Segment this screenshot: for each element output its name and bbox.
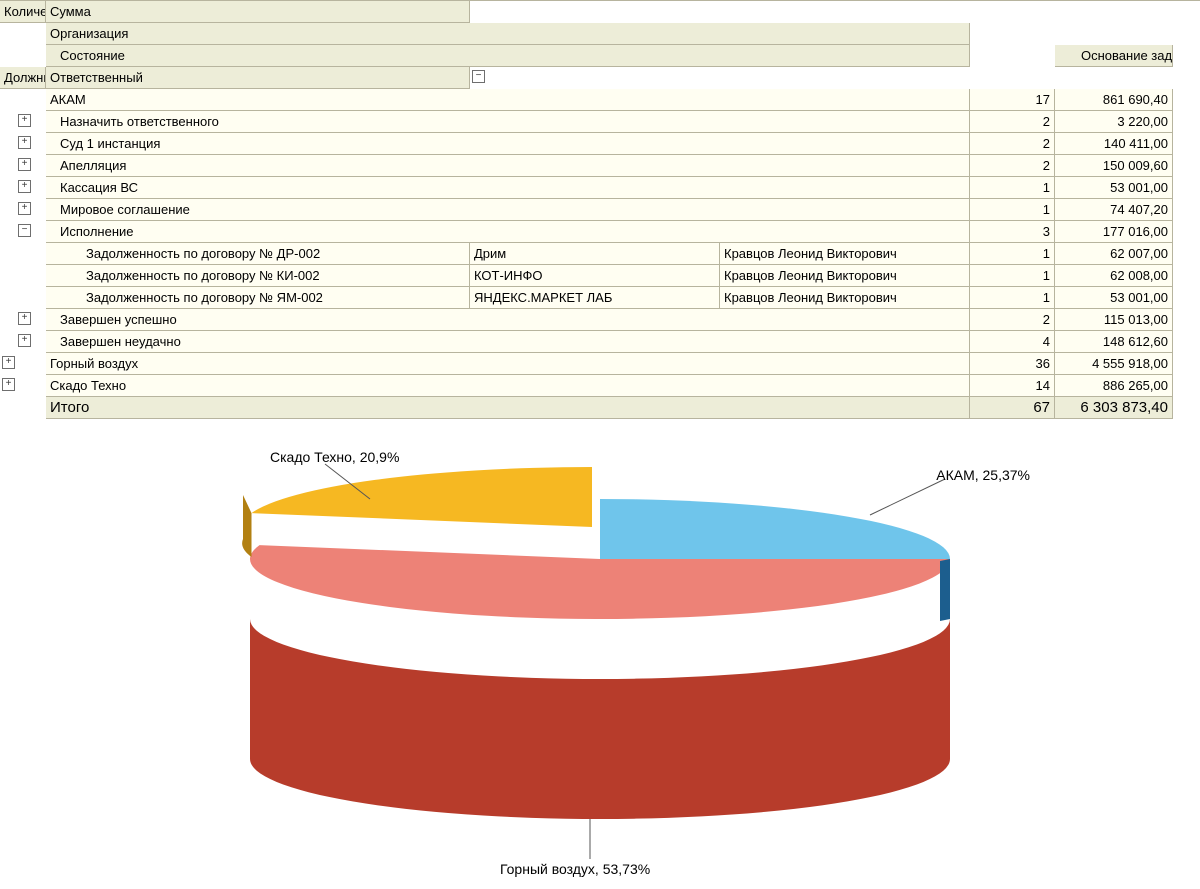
total-label: Итого [46,397,970,419]
basis-cell[interactable]: Задолженность по договору № ЯМ-002 [46,287,470,309]
state-name[interactable]: Исполнение [46,221,970,243]
tree-toggle-icon[interactable]: + [18,114,31,127]
total-sum: 6 303 873,40 [1055,397,1173,419]
header-qty: Количество [0,1,46,23]
debtor-cell: ЯНДЕКС.МАРКЕТ ЛАБ [470,287,720,309]
report-table: Организация Количество Сумма Состояние О… [0,0,1200,419]
header-sum: Сумма [46,1,470,23]
responsible-cell: Кравцов Леонид Викторович [720,287,970,309]
header-state: Состояние [46,45,970,67]
header-debtor: Должник [0,67,46,89]
chart-label-akam: АКАМ, 25,37% [936,467,1030,483]
debtor-cell: Дрим [470,243,720,265]
org-name[interactable]: Скадо Техно [46,375,970,397]
tree-toggle-icon[interactable]: + [18,334,31,347]
tree-toggle-icon[interactable]: + [2,356,15,369]
debtor-cell: КОТ-ИНФО [470,265,720,287]
tree-toggle-icon[interactable]: + [18,136,31,149]
state-name[interactable]: Завершен успешно [46,309,970,331]
pie-chart: АКАМ, 25,37% Скадо Техно, 20,9% Горный в… [150,439,1050,889]
total-qty: 67 [970,397,1055,419]
tree-toggle-icon[interactable]: + [18,180,31,193]
tree-toggle-icon[interactable]: + [18,158,31,171]
responsible-cell: Кравцов Леонид Викторович [720,265,970,287]
org-name[interactable]: Горный воздух [46,353,970,375]
slice-gornyi [250,545,950,819]
header-basis: Основание задолженности [1055,45,1173,67]
basis-cell[interactable]: Задолженность по договору № КИ-002 [46,265,470,287]
tree-toggle-icon[interactable]: − [472,70,485,83]
org-name[interactable]: АКАМ [46,89,970,111]
tree-toggle-icon[interactable]: + [18,312,31,325]
sum-cell: 861 690,40 [1055,89,1173,111]
tree-toggle-icon[interactable]: − [18,224,31,237]
state-name[interactable]: Завершен неудачно [46,331,970,353]
state-name[interactable]: Кассация ВС [46,177,970,199]
chart-label-gornyi: Горный воздух, 53,73% [500,861,650,877]
tree-toggle-icon[interactable]: + [18,202,31,215]
tree-toggle-icon[interactable]: + [2,378,15,391]
state-name[interactable]: Назначить ответственного [46,111,970,133]
header-organization: Организация [46,23,970,45]
slice-skado [242,467,592,557]
basis-cell[interactable]: Задолженность по договору № ДР-002 [46,243,470,265]
qty-cell: 17 [970,89,1055,111]
chart-label-skado: Скадо Техно, 20,9% [270,449,399,465]
header-responsible: Ответственный [46,67,470,89]
state-name[interactable]: Апелляция [46,155,970,177]
state-name[interactable]: Суд 1 инстанция [46,133,970,155]
state-name[interactable]: Мировое соглашение [46,199,970,221]
responsible-cell: Кравцов Леонид Викторович [720,243,970,265]
